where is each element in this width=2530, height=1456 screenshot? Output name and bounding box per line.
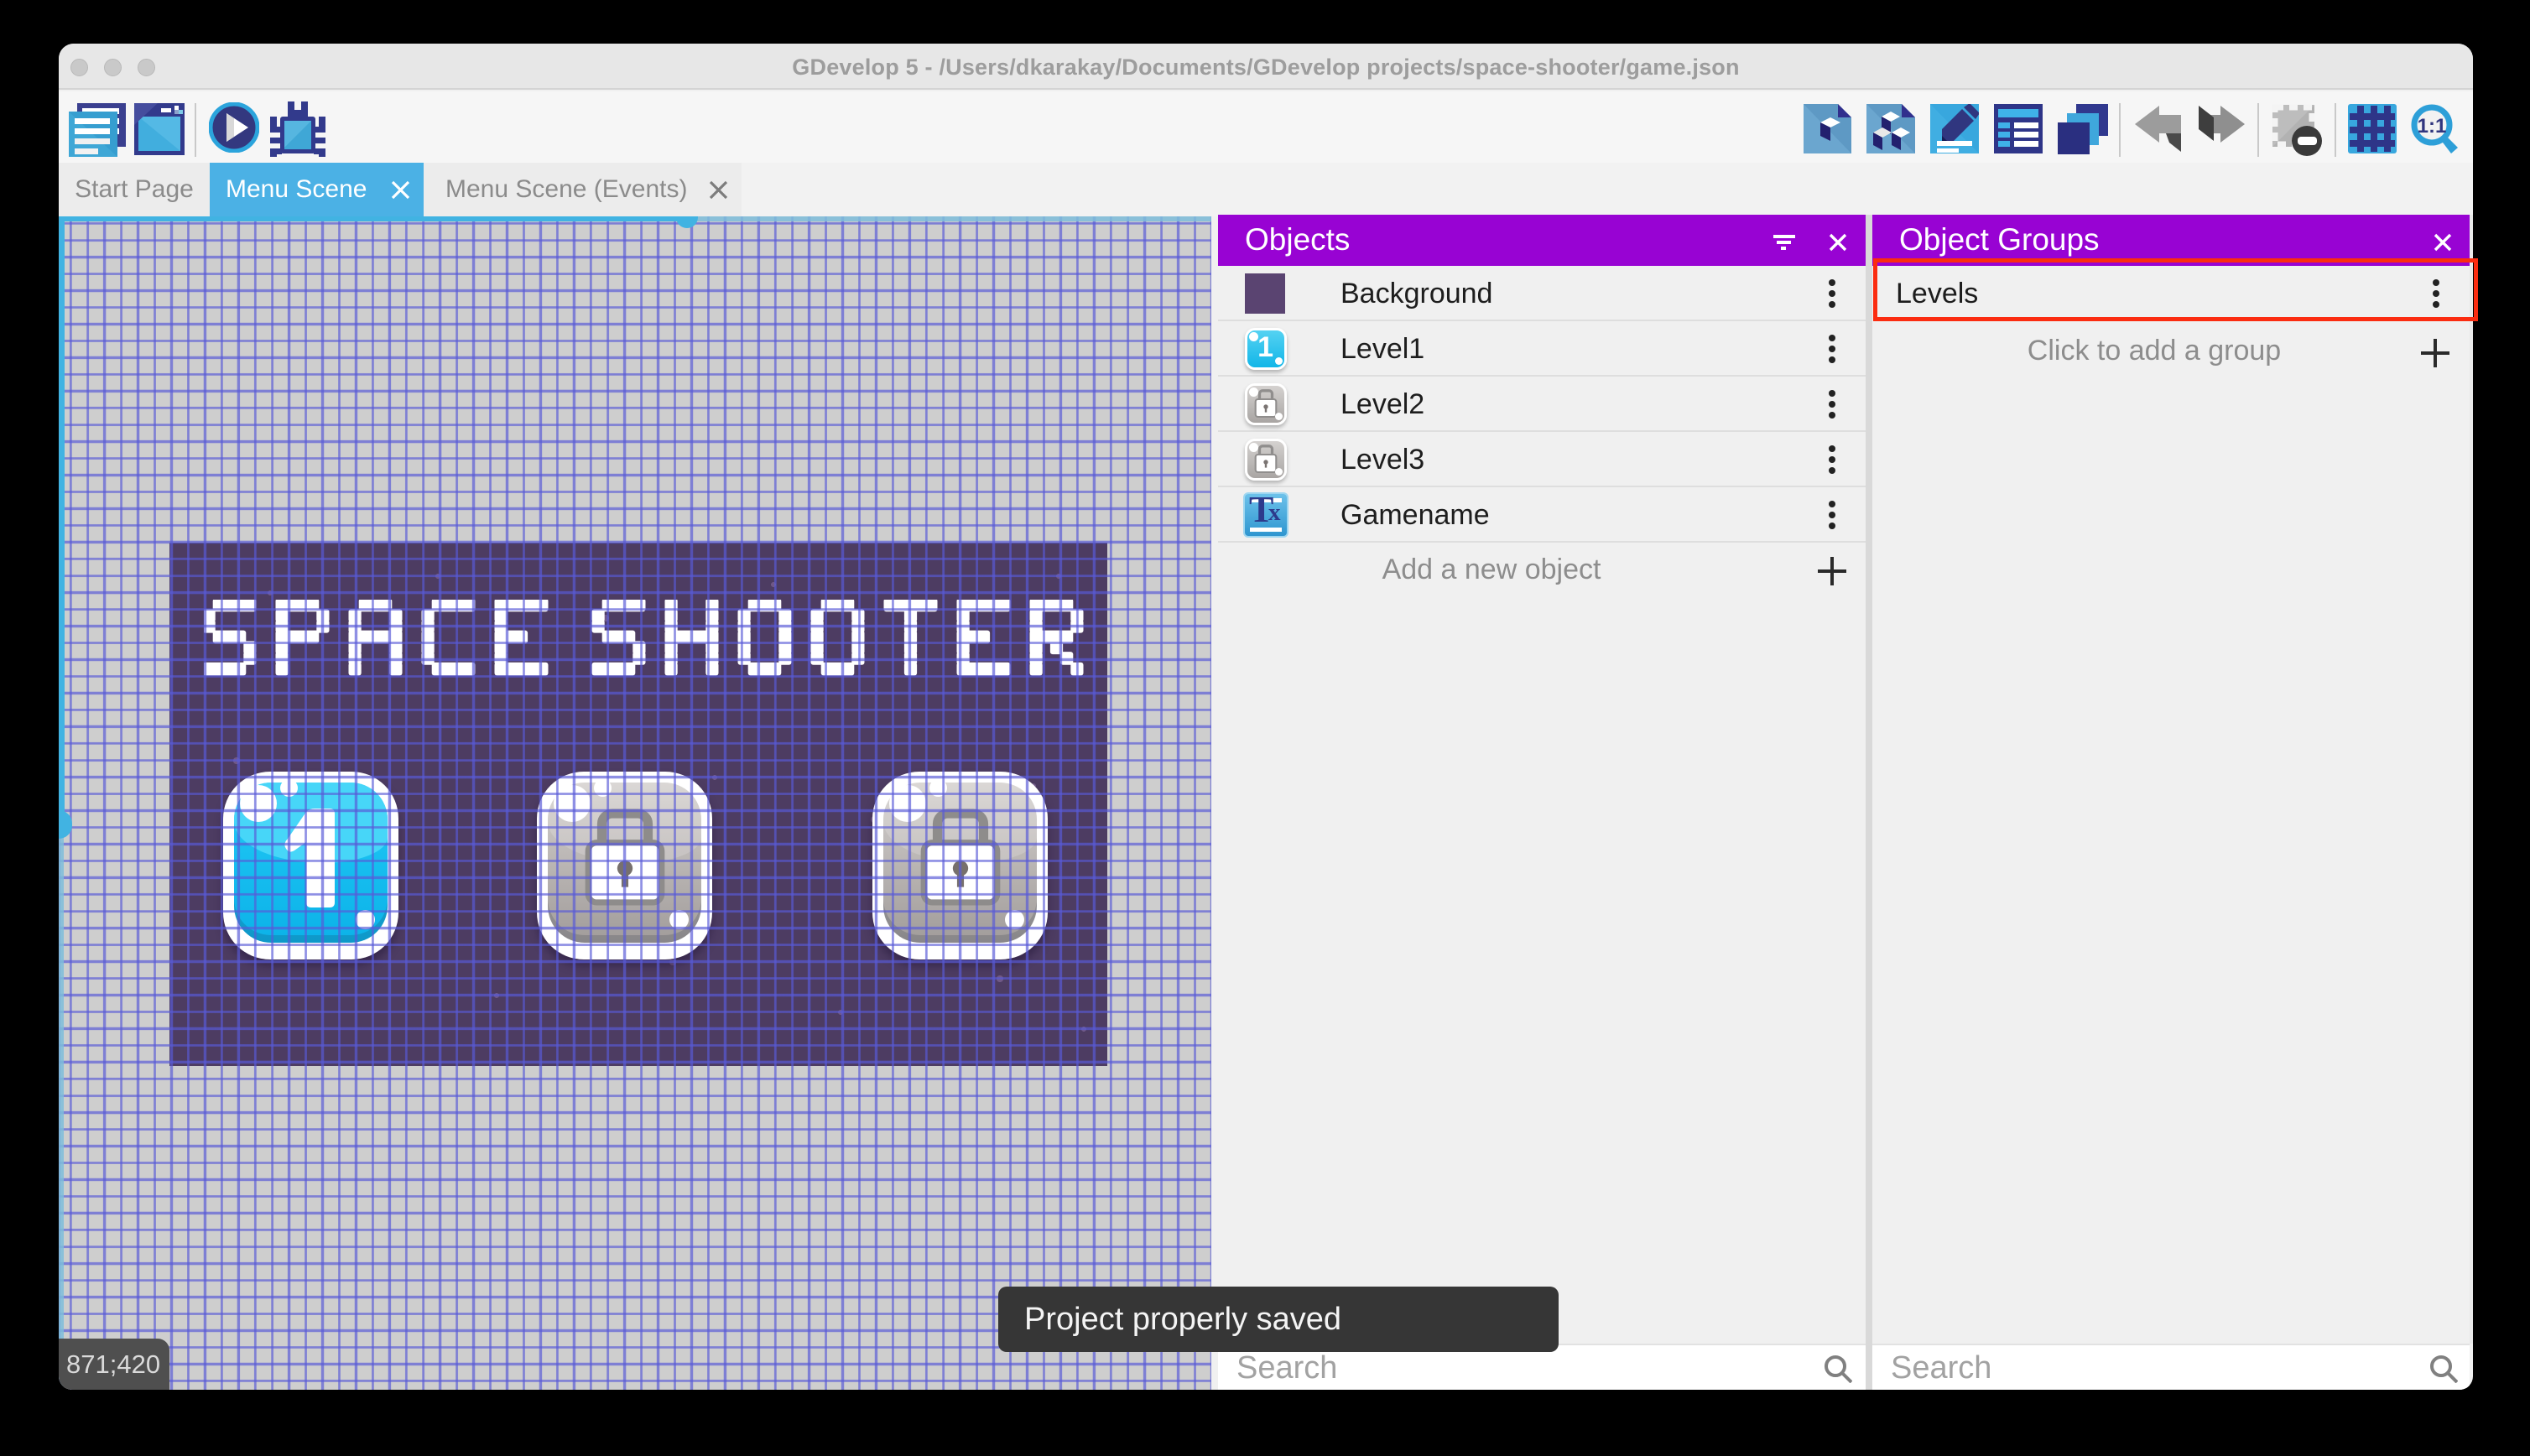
svg-text:1:1: 1:1 [2418, 115, 2447, 138]
